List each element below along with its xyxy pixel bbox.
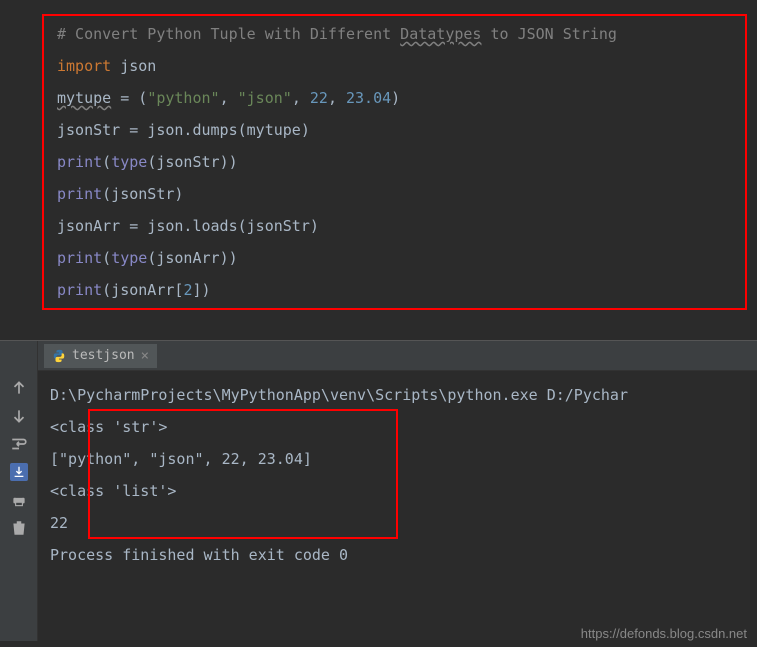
down-icon[interactable] [10, 407, 28, 425]
code-line: # Convert Python Tuple with Different Da… [42, 18, 757, 50]
code-line: import json [42, 50, 757, 82]
output-line: 22 [50, 507, 757, 539]
console-tab[interactable]: testjson × [44, 344, 157, 368]
print-icon[interactable] [10, 491, 28, 509]
code-line: print(type(jsonStr)) [42, 146, 757, 178]
console-output[interactable]: D:\PycharmProjects\MyPythonApp\venv\Scri… [38, 371, 757, 579]
code-line: print(jsonArr[2]) [42, 274, 757, 306]
code-line: jsonStr = json.dumps(mytupe) [42, 114, 757, 146]
python-icon [52, 349, 66, 363]
scroll-to-end-icon[interactable] [10, 463, 28, 481]
console-tab-bar: testjson × [38, 341, 757, 371]
code-line: mytupe = ("python", "json", 22, 23.04) [42, 82, 757, 114]
softwrap-icon[interactable] [10, 435, 28, 453]
console-content: testjson × D:\PycharmProjects\MyPythonAp… [38, 341, 757, 641]
output-line: Process finished with exit code 0 [50, 539, 757, 571]
close-icon[interactable]: × [141, 348, 149, 364]
output-line: <class 'str'> [50, 411, 757, 443]
watermark: https://defonds.blog.csdn.net [581, 626, 747, 641]
tab-label: testjson [72, 348, 135, 363]
trash-icon[interactable] [10, 519, 28, 537]
code-line: print(jsonStr) [42, 178, 757, 210]
run-console: testjson × D:\PycharmProjects\MyPythonAp… [0, 341, 757, 641]
output-line: ["python", "json", 22, 23.04] [50, 443, 757, 475]
output-line: <class 'list'> [50, 475, 757, 507]
up-icon[interactable] [10, 379, 28, 397]
code-editor[interactable]: # Convert Python Tuple with Different Da… [0, 0, 757, 340]
code-line: print(type(jsonArr)) [42, 242, 757, 274]
console-gutter [0, 341, 38, 641]
output-line: D:\PycharmProjects\MyPythonApp\venv\Scri… [50, 379, 757, 411]
code-line: jsonArr = json.loads(jsonStr) [42, 210, 757, 242]
